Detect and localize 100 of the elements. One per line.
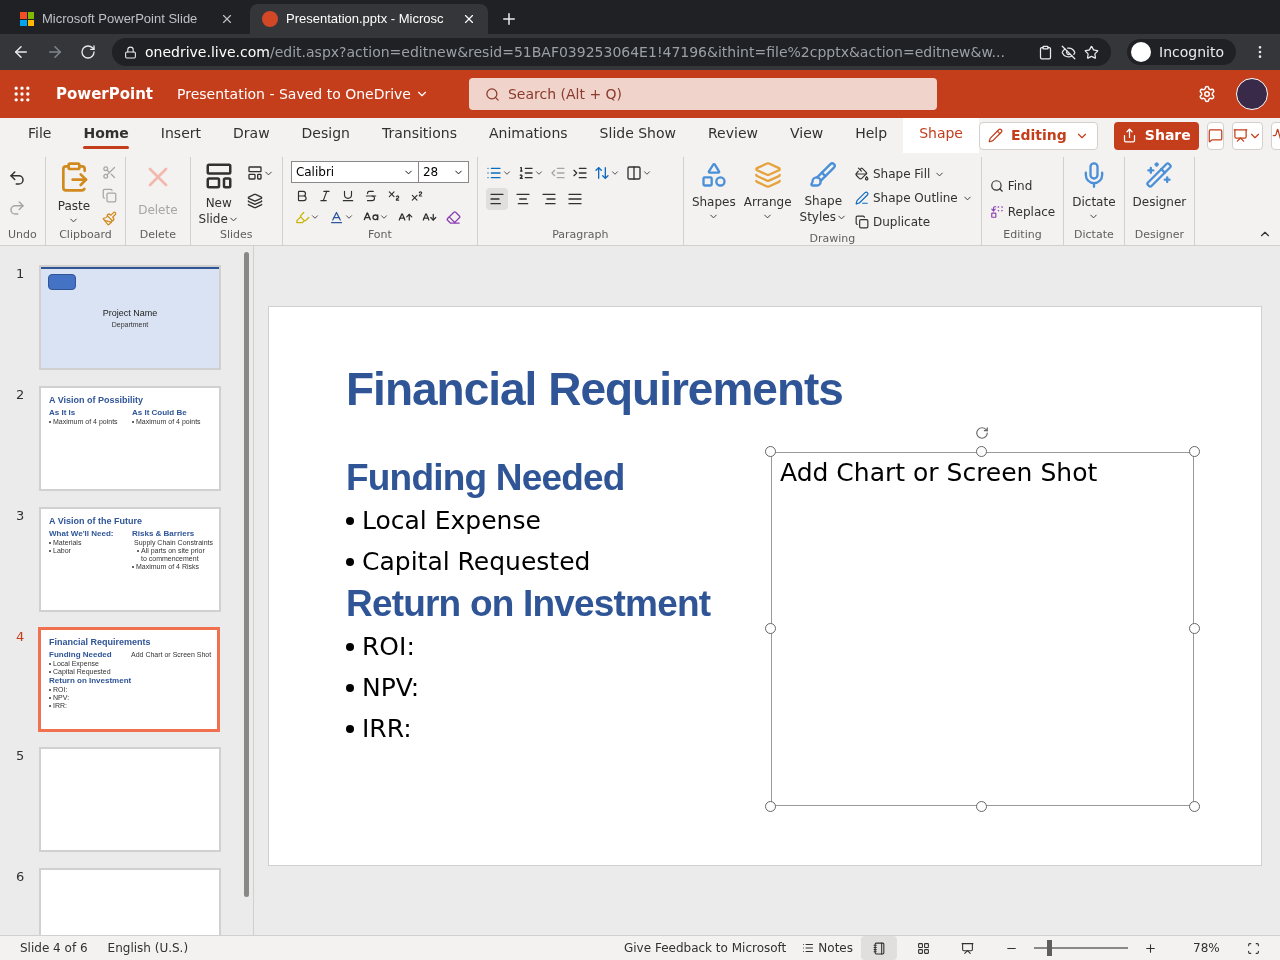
clipboard-icon[interactable] bbox=[1038, 44, 1054, 60]
font-name-field[interactable]: Calibri bbox=[290, 161, 419, 183]
underline-button[interactable] bbox=[340, 189, 355, 203]
new-tab-icon[interactable] bbox=[500, 10, 518, 28]
replace-button[interactable]: Replace bbox=[989, 203, 1056, 221]
font-size-field[interactable]: 28 bbox=[418, 161, 469, 183]
ribbon-tab[interactable]: Design bbox=[285, 118, 366, 153]
profile-chip[interactable]: Incognito bbox=[1127, 39, 1236, 65]
ribbon-tab[interactable]: Transitions bbox=[365, 118, 473, 153]
zoom-in-icon[interactable] bbox=[1144, 941, 1157, 955]
format-painter-button[interactable] bbox=[102, 211, 118, 226]
ribbon-tab[interactable]: Home bbox=[67, 118, 145, 153]
magic-wand-icon bbox=[1145, 161, 1174, 189]
browser-tab[interactable]: Microsoft PowerPoint Slide bbox=[8, 4, 246, 34]
bullets-button[interactable] bbox=[485, 165, 512, 181]
app-name[interactable]: PowerPoint bbox=[56, 82, 154, 106]
close-icon[interactable] bbox=[462, 12, 476, 26]
align-left-icon bbox=[488, 191, 505, 207]
line-spacing-button[interactable] bbox=[593, 165, 620, 181]
dictate-button[interactable]: Dictate bbox=[1072, 161, 1116, 222]
resize-handle[interactable] bbox=[1189, 623, 1200, 634]
redo-icon bbox=[8, 199, 26, 217]
resize-handle[interactable] bbox=[976, 801, 987, 812]
group-label: Undo bbox=[8, 226, 37, 243]
shapes-button[interactable]: Shapes bbox=[691, 161, 736, 222]
ribbon-tab[interactable]: View bbox=[773, 118, 840, 153]
scrollbar-thumb[interactable] bbox=[244, 252, 249, 897]
ribbon-tab[interactable]: Slide Show bbox=[583, 118, 692, 153]
thumbnail-heading: What We'll Need: bbox=[49, 529, 115, 539]
shape-outline-button[interactable]: Shape Outline bbox=[854, 189, 973, 207]
undo-button[interactable] bbox=[8, 169, 26, 187]
slide-layout-icon bbox=[246, 165, 263, 181]
present-button[interactable] bbox=[1231, 121, 1263, 150]
clear-formatting-button[interactable] bbox=[445, 209, 461, 225]
columns-button[interactable] bbox=[625, 165, 652, 181]
bullet-icon bbox=[346, 642, 354, 651]
resize-handle[interactable] bbox=[765, 446, 776, 457]
eye-slash-icon[interactable] bbox=[1061, 44, 1077, 60]
subscript-button[interactable] bbox=[386, 189, 401, 203]
resize-handle[interactable] bbox=[1189, 801, 1200, 812]
increase-indent-button[interactable] bbox=[571, 165, 588, 181]
shape-styles-button[interactable]: Shape Styles bbox=[799, 161, 847, 225]
ribbon-tab[interactable]: Draw bbox=[217, 118, 286, 153]
language-label[interactable]: English (U.S.) bbox=[107, 939, 189, 957]
ribbon-tab[interactable]: Shape bbox=[903, 118, 979, 153]
address-bar[interactable]: onedrive.live.com/edit.aspx?action=editnew&resid=51BAF039253064E1!47196&ithint=file%2cpptx&action=editnew&w... bbox=[112, 38, 1112, 66]
ribbon-tab[interactable]: Insert bbox=[144, 118, 217, 153]
forward-icon[interactable] bbox=[46, 43, 64, 61]
comments-button[interactable] bbox=[1206, 121, 1224, 150]
ribbon-tab[interactable]: Help bbox=[839, 118, 904, 153]
find-button[interactable]: Find bbox=[989, 177, 1056, 195]
slide-number: 3 bbox=[16, 507, 26, 525]
fit-slide-icon[interactable] bbox=[1247, 941, 1260, 955]
arrange-button[interactable]: Arrange bbox=[743, 161, 792, 222]
layers-icon bbox=[753, 161, 782, 189]
strikethrough-button[interactable] bbox=[363, 189, 378, 203]
resize-handle[interactable] bbox=[765, 801, 776, 812]
slide-bullet: Capital Requested bbox=[362, 545, 591, 578]
ribbon-tab[interactable]: File bbox=[12, 118, 68, 153]
subscript-icon bbox=[386, 189, 401, 203]
avatar[interactable] bbox=[1236, 78, 1268, 110]
new-slide-button[interactable]: New Slide bbox=[198, 161, 239, 227]
group-label: Drawing bbox=[808, 231, 857, 247]
feedback-link[interactable]: Give Feedback to Microsoft bbox=[623, 939, 787, 957]
notes-button[interactable]: Notes bbox=[802, 939, 853, 957]
slide-thumbnail[interactable] bbox=[39, 747, 221, 852]
resize-handle[interactable] bbox=[765, 623, 776, 634]
paste-button[interactable]: Paste bbox=[53, 161, 95, 226]
back-icon[interactable] bbox=[12, 43, 30, 61]
resize-handle[interactable] bbox=[976, 446, 987, 457]
zoom-percentage[interactable]: 78% bbox=[1193, 939, 1223, 957]
settings-icon[interactable] bbox=[1198, 85, 1216, 103]
document-name[interactable]: Presentation - Saved to OneDrive bbox=[177, 83, 429, 105]
text-box[interactable]: Add Chart or Screen Shot bbox=[771, 452, 1194, 806]
thumbnail-heading: Risks & Barriers bbox=[132, 529, 196, 539]
layout-button[interactable] bbox=[246, 165, 274, 181]
slide-number: 6 bbox=[16, 868, 26, 886]
resize-handle[interactable] bbox=[1189, 446, 1200, 457]
ribbon-tab[interactable]: Review bbox=[692, 118, 774, 153]
search-field[interactable]: Search (Alt + Q) bbox=[469, 78, 937, 110]
font-color-button[interactable] bbox=[328, 209, 354, 225]
zoom-slider-thumb[interactable] bbox=[1047, 940, 1053, 956]
reload-icon[interactable] bbox=[80, 44, 96, 60]
ribbon-tab[interactable]: Animations bbox=[472, 118, 584, 153]
align-button[interactable] bbox=[485, 188, 508, 210]
slide-number: 1 bbox=[16, 265, 26, 283]
shape-fill-button[interactable]: Shape Fill bbox=[854, 165, 973, 183]
view-button[interactable] bbox=[861, 936, 897, 960]
browser-tab[interactable]: Presentation.pptx - Microsc bbox=[250, 4, 488, 34]
rotate-handle-icon[interactable] bbox=[975, 426, 989, 440]
numbering-button[interactable] bbox=[517, 165, 544, 181]
star-icon[interactable] bbox=[1084, 44, 1100, 60]
designer-button[interactable]: Designer bbox=[1132, 161, 1187, 211]
close-icon[interactable] bbox=[220, 12, 234, 26]
italic-button[interactable] bbox=[317, 189, 332, 203]
app-launcher-icon[interactable] bbox=[12, 84, 32, 104]
duplicate-button[interactable]: Duplicate bbox=[854, 213, 973, 231]
editing-button[interactable]: Editing bbox=[978, 121, 1098, 150]
superscript-button[interactable] bbox=[409, 189, 424, 203]
share-button[interactable]: Share bbox=[1113, 121, 1199, 150]
